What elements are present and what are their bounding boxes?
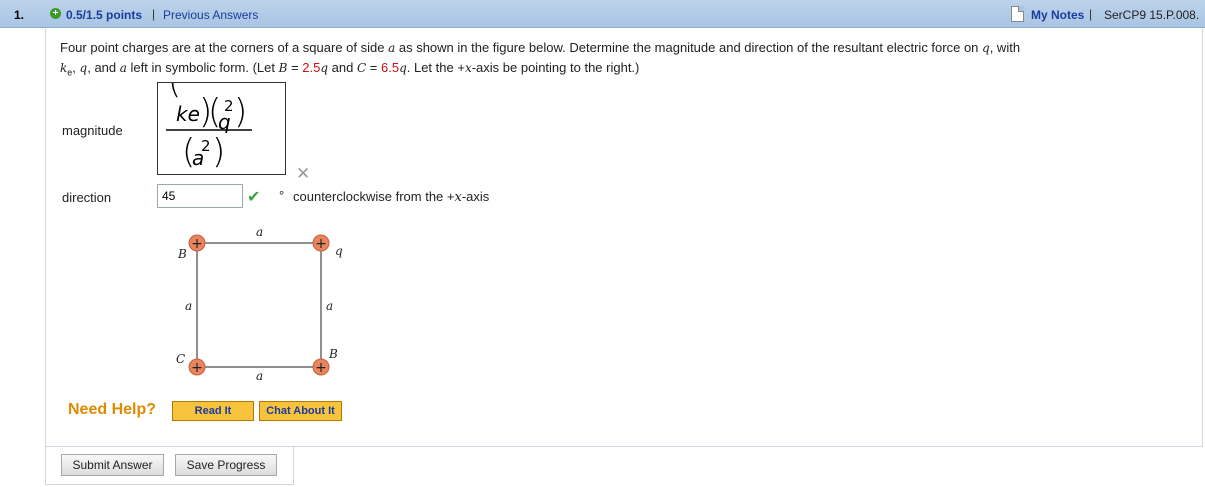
side-label-top: a [256,225,263,239]
side-label-left: a [185,299,192,313]
charge-top-left: + [188,234,206,252]
need-help-label: Need Help? [68,401,157,418]
corner-label-bottom-left: C [176,352,185,366]
b-value: 2.5 [302,60,321,75]
notes-page-icon[interactable] [1011,6,1024,22]
question-number: 1. [14,8,25,22]
chat-about-it-button[interactable]: Chat About It [259,401,342,421]
corner-label-bottom-right: B [328,347,338,361]
save-progress-button[interactable]: Save Progress [175,454,277,476]
problem-code: SerCP9 15.P.008. [1104,8,1200,22]
header-separator: | [152,7,156,21]
expand-plus-icon[interactable]: + [50,8,61,19]
paren-close-2: ) [234,92,247,132]
side-label-bottom: a [256,369,263,383]
x-icon: ✕ [296,164,311,183]
charge-top-right: + [312,234,330,252]
corner-label-top-right: q [335,244,343,258]
c-value: 6.5 [380,60,400,75]
degree-symbol: ° [279,188,285,203]
corner-label-top-left: B [177,247,187,261]
svg-text:+: + [191,236,203,252]
submit-answer-button[interactable]: Submit Answer [61,454,164,476]
direction-input[interactable] [157,184,243,208]
paren-close-3: ) [212,132,225,172]
magnitude-label: magnitude [62,123,123,138]
points-score: 0.5/1.5 points [66,8,143,22]
my-notes-link[interactable]: My Notes [1031,8,1084,22]
numerator-ke: ke [176,102,200,126]
charge-square-figure: a a a a B q C B + + + + [176,225,343,383]
magnitude-formula: ( ke ) ( q 2 ) ( a 2 ) [166,62,252,172]
previous-answers-link[interactable]: Previous Answers [163,8,258,22]
magnitude-answer-box[interactable]: ( ke ) ( q 2 ) ( a 2 ) [157,62,286,175]
denominator-exponent: 2 [201,137,211,155]
direction-label: direction [62,190,112,205]
charge-bottom-left: + [188,358,206,376]
svg-text:+: + [315,236,327,252]
paren-open-1: ( [168,83,181,102]
svg-text:+: + [191,360,203,376]
svg-text:+: + [315,360,327,376]
square-outline [196,242,322,368]
numerator-exponent: 2 [224,97,234,115]
checkmark-icon: ✔ [247,189,261,206]
read-it-button[interactable]: Read It [172,401,254,421]
question-text: Four point charges are at the corners of… [60,40,1021,78]
question-header: 1. + 0.5/1.5 points | Previous Answers M… [0,0,1205,28]
header-separator-2: | [1089,7,1093,21]
direction-unit: counterclockwise from the +x-axis [293,189,490,205]
side-label-right: a [326,299,333,313]
charge-bottom-right: + [312,358,330,376]
